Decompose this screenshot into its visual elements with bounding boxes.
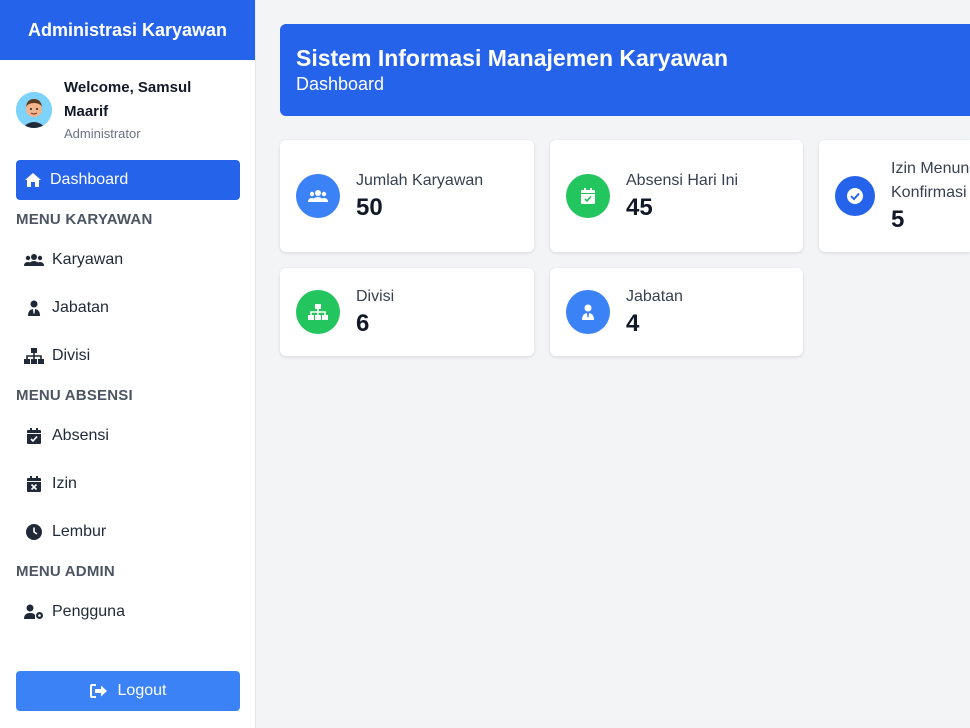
stat-card-jumlah-karyawan: Jumlah Karyawan 50 <box>280 140 534 252</box>
stat-value: 50 <box>356 194 383 221</box>
check-circle-icon <box>835 176 875 216</box>
app-brand: Administrasi Karyawan <box>0 0 255 60</box>
clock-icon <box>24 524 44 540</box>
users-icon <box>24 253 44 267</box>
sidebar-item-label: Lembur <box>52 523 107 540</box>
sidebar-item-label: Karyawan <box>52 251 124 268</box>
stat-label: Jumlah Karyawan <box>356 172 484 189</box>
section-title: MENU ADMIN <box>16 563 115 580</box>
logout-button[interactable]: Logout <box>16 671 240 711</box>
stat-card-absensi-hari-ini: Absensi Hari Ini 45 <box>550 140 803 252</box>
section-title: MENU ABSENSI <box>16 387 133 404</box>
user-gear-icon <box>24 604 44 620</box>
sitemap-icon <box>296 290 340 334</box>
user-profile: Welcome, Samsul Maarif Administrator <box>16 76 244 144</box>
users-icon <box>296 174 340 218</box>
section-title: MENU KARYAWAN <box>16 211 153 228</box>
user-role: Administrator <box>64 126 141 141</box>
stat-card-divisi: Divisi 6 <box>280 268 534 356</box>
sidebar-item-absensi[interactable]: Absensi <box>16 416 240 456</box>
avatar <box>16 92 52 128</box>
stat-value: 6 <box>356 310 370 337</box>
sidebar-item-jabatan[interactable]: Jabatan <box>16 288 240 328</box>
calendar-x-icon <box>24 476 44 492</box>
stat-value: 5 <box>891 206 905 233</box>
stat-label: Jabatan <box>626 288 683 305</box>
sitemap-icon <box>24 348 44 364</box>
sidebar-item-label: Izin <box>52 475 77 492</box>
stat-label: Divisi <box>356 288 395 305</box>
sidebar-item-divisi[interactable]: Divisi <box>16 336 240 376</box>
calendar-check-icon <box>566 174 610 218</box>
sidebar-item-label: Dashboard <box>50 171 129 188</box>
sidebar-item-karyawan[interactable]: Karyawan <box>16 240 240 280</box>
stat-value: 4 <box>626 310 640 337</box>
sign-out-icon <box>89 684 108 698</box>
stat-card-jabatan: Jabatan 4 <box>550 268 803 356</box>
calendar-check-icon <box>24 428 44 444</box>
sidebar-item-label: Divisi <box>52 347 91 364</box>
logout-label: Logout <box>117 682 167 699</box>
sidebar: Administrasi Karyawan Welcome, Samsul Ma… <box>0 0 256 728</box>
sidebar-item-label: Absensi <box>52 427 109 444</box>
sidebar-item-label: Pengguna <box>52 603 125 620</box>
stat-card-izin-menunggu: Izin Menunggu Konfirmasi 5 <box>819 140 970 252</box>
home-icon <box>24 172 42 188</box>
sidebar-item-izin[interactable]: Izin <box>16 464 240 504</box>
sidebar-item-dashboard[interactable]: Dashboard <box>16 160 240 200</box>
welcome-text: Welcome, Samsul Maarif <box>64 79 192 120</box>
stat-label: Izin Menunggu Konfirmasi <box>891 160 970 201</box>
stat-value: 45 <box>626 194 653 221</box>
page-title: Sistem Informasi Manajemen Karyawan <box>296 45 729 71</box>
sidebar-item-pengguna[interactable]: Pengguna <box>16 592 240 632</box>
user-tie-icon <box>566 290 610 334</box>
page-header: Sistem Informasi Manajemen Karyawan Dash… <box>280 24 970 116</box>
sidebar-item-lembur[interactable]: Lembur <box>16 512 240 552</box>
sidebar-item-label: Jabatan <box>52 299 109 316</box>
stat-label: Absensi Hari Ini <box>626 172 739 189</box>
user-tie-icon <box>24 300 44 316</box>
page-subtitle: Dashboard <box>296 74 385 94</box>
